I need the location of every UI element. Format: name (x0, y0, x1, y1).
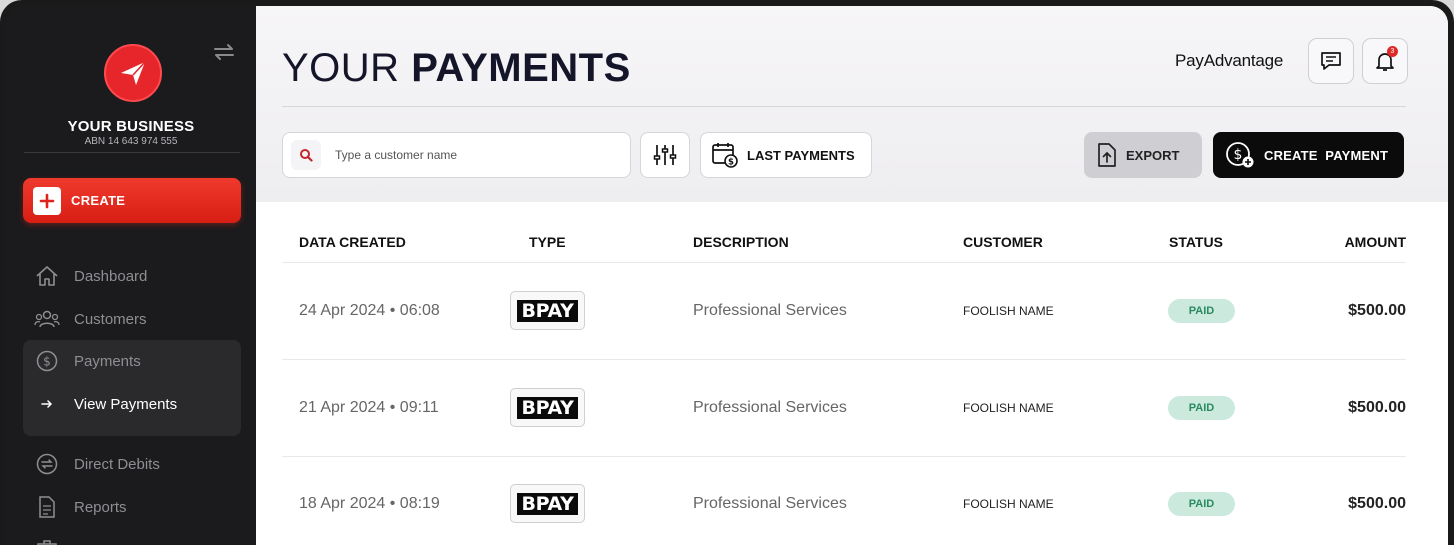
row-customer: FOOLISH NAME (963, 497, 1054, 511)
sidebar-item-dashboard[interactable]: Dashboard (34, 264, 147, 288)
row-customer: FOOLISH NAME (963, 304, 1054, 318)
page-title: YOUR PAYMENTS (282, 46, 631, 90)
sidebar-item-label: Dashboard (74, 267, 148, 285)
row-amount: $500.00 (1348, 399, 1406, 416)
table-divider (282, 262, 1406, 263)
header-divider (282, 106, 1406, 107)
row-date: 21 Apr 2024 • 09:11 (299, 399, 439, 416)
sidebar-item-label: Payments (74, 352, 141, 370)
create-button[interactable]: CREATE (23, 178, 241, 223)
notification-badge: 3 (1387, 46, 1398, 57)
create-label: CREATE (71, 193, 126, 208)
app-frame: YOUR BUSINESS ABN 14 643 974 555 CREATE … (0, 0, 1454, 545)
users-icon (34, 307, 60, 331)
sidebar-item-partial[interactable] (34, 536, 74, 545)
business-name: YOUR BUSINESS (67, 118, 195, 135)
sidebar-divider (24, 152, 240, 153)
export-button[interactable]: EXPORT (1084, 132, 1202, 178)
sidebar-item-label: Reports (74, 498, 127, 516)
sidebar-item-payments[interactable]: $ Payments (34, 349, 141, 373)
status-badge: PAID (1168, 492, 1235, 516)
table-divider (282, 456, 1406, 457)
sidebar-item-label: Direct Debits (74, 455, 160, 473)
row-date: 18 Apr 2024 • 08:19 (299, 495, 440, 512)
notifications-button[interactable]: 3 (1362, 38, 1408, 84)
export-label: EXPORT (1126, 147, 1180, 163)
home-icon (34, 264, 60, 288)
messages-button[interactable] (1308, 38, 1354, 84)
arrow-right-icon (34, 398, 60, 410)
document-icon (34, 495, 60, 519)
column-header-date[interactable]: DATA CREATED (299, 234, 406, 250)
table-divider (282, 359, 1406, 360)
sidebar-item-reports[interactable]: Reports (34, 495, 127, 519)
row-date: 24 Apr 2024 • 06:08 (299, 302, 440, 319)
svg-text:$: $ (1234, 147, 1243, 163)
search-icon (291, 140, 321, 170)
status-badge: PAID (1168, 299, 1235, 323)
plus-icon (33, 186, 61, 215)
paper-plane-icon (121, 61, 146, 85)
column-header-customer[interactable]: CUSTOMER (963, 234, 1043, 250)
sliders-icon (653, 145, 677, 165)
sidebar-item-direct-debits[interactable]: Direct Debits (34, 452, 160, 476)
switch-account-icon[interactable] (212, 42, 236, 66)
main-content: YOUR PAYMENTS PayAdvantage 3 $ LAST PAYM… (256, 6, 1448, 545)
svg-text:$: $ (43, 355, 51, 369)
sidebar-item-view-payments[interactable]: View Payments (34, 392, 177, 416)
search-box[interactable] (282, 132, 631, 178)
filter-button[interactable] (640, 132, 690, 178)
column-header-type[interactable]: TYPE (529, 234, 566, 250)
file-upload-icon (1096, 142, 1118, 168)
create-payment-label: CREATE PAYMENT (1264, 147, 1389, 163)
row-description: Professional Services (693, 302, 847, 319)
column-header-status[interactable]: STATUS (1169, 234, 1223, 250)
last-payments-label: LAST PAYMENTS (747, 147, 855, 163)
row-description: Professional Services (693, 399, 847, 416)
briefcase-icon (34, 536, 60, 545)
sidebar-item-label: Customers (74, 310, 147, 328)
dollar-plus-icon: $ (1225, 141, 1255, 169)
calendar-dollar-icon: $ (711, 141, 739, 169)
svg-text:$: $ (728, 158, 734, 168)
dollar-circle-icon: $ (34, 349, 60, 373)
sidebar-item-customers[interactable]: Customers (34, 307, 147, 331)
column-header-amount[interactable]: AMOUNT (1306, 234, 1406, 250)
sidebar-item-label: View Payments (74, 395, 178, 413)
business-logo (104, 44, 162, 102)
refresh-dollar-icon (34, 452, 60, 476)
row-description: Professional Services (693, 495, 847, 512)
bpay-logo: BPAY (510, 291, 585, 330)
row-customer: FOOLISH NAME (963, 401, 1054, 415)
create-payment-button[interactable]: $ CREATE PAYMENT (1213, 132, 1404, 178)
search-input[interactable] (335, 148, 615, 162)
brand-name: PayAdvantage (1175, 51, 1284, 70)
business-abn: ABN 14 643 974 555 (84, 136, 178, 147)
row-amount: $500.00 (1348, 302, 1406, 319)
bpay-logo: BPAY (510, 484, 585, 523)
row-amount: $500.00 (1348, 495, 1406, 512)
sidebar: YOUR BUSINESS ABN 14 643 974 555 CREATE … (6, 6, 256, 545)
last-payments-button[interactable]: $ LAST PAYMENTS (700, 132, 872, 178)
column-header-description[interactable]: DESCRIPTION (693, 234, 789, 250)
chat-icon (1321, 52, 1341, 70)
status-badge: PAID (1168, 396, 1235, 420)
bpay-logo: BPAY (510, 388, 585, 427)
